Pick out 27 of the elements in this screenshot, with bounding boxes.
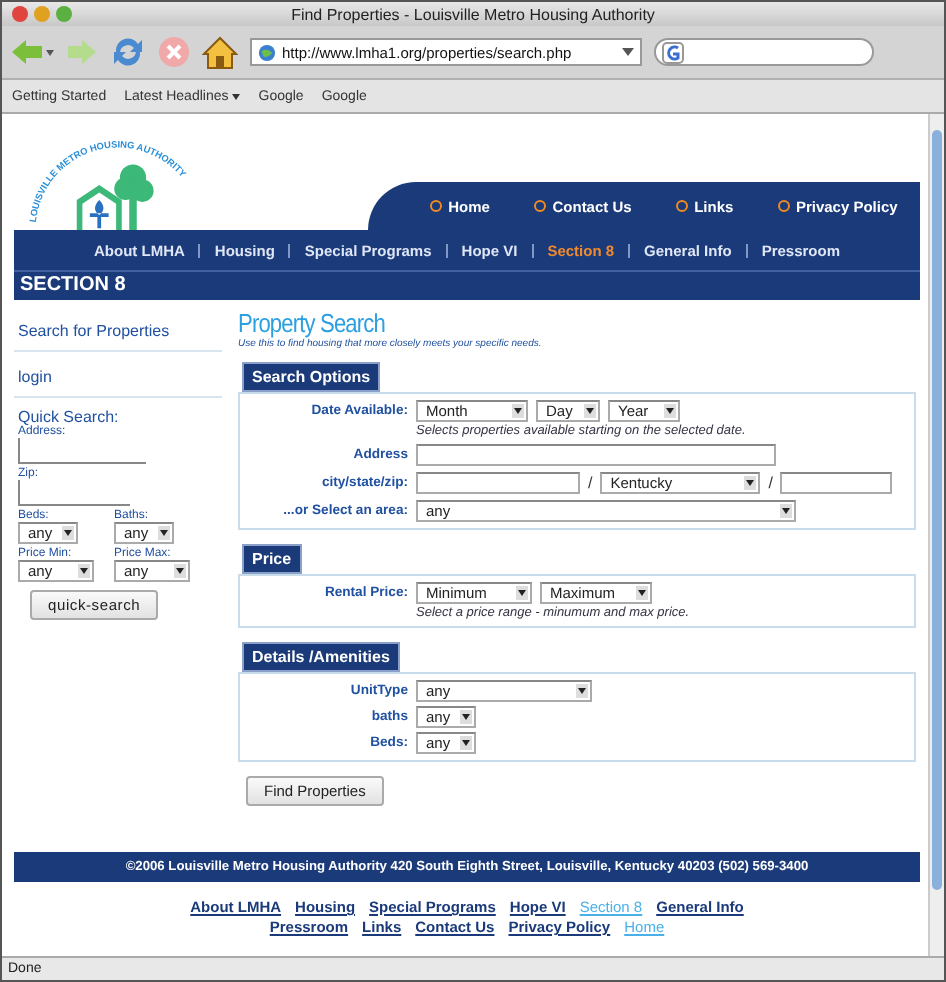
section-title: SECTION 8: [18, 272, 128, 300]
zip-field[interactable]: [18, 480, 130, 506]
sidebar-link[interactable]: login: [14, 362, 222, 398]
globe-icon: [258, 43, 276, 61]
address-field[interactable]: [416, 444, 776, 466]
search-engine-icon[interactable]: [662, 41, 684, 63]
home-icon[interactable]: [202, 35, 238, 69]
address-field[interactable]: [18, 438, 146, 464]
zoom-icon[interactable]: [56, 6, 72, 22]
window-title: Find Properties - Louisville Metro Housing Authority: [291, 5, 655, 23]
city-field[interactable]: [416, 472, 580, 494]
quick-search-title: Quick Search:: [18, 408, 121, 426]
zip-field[interactable]: [780, 472, 893, 494]
reload-icon[interactable]: [110, 34, 146, 70]
search-field[interactable]: [654, 38, 874, 66]
scrollbar[interactable]: [928, 114, 944, 956]
separator-text: /: [588, 474, 593, 492]
section-heading: Price: [242, 544, 302, 574]
section-heading: Search Options: [242, 362, 381, 392]
minimize-icon[interactable]: [34, 6, 50, 22]
stop-icon[interactable]: [158, 36, 190, 68]
section-heading: Details /Amenities: [242, 642, 400, 672]
separator-text: /: [768, 474, 773, 492]
close-icon[interactable]: [12, 6, 28, 22]
page-title: Property Search: [238, 308, 387, 338]
dropdown-icon[interactable]: [622, 48, 634, 56]
sidebar-link[interactable]: Search for Properties: [14, 316, 222, 352]
